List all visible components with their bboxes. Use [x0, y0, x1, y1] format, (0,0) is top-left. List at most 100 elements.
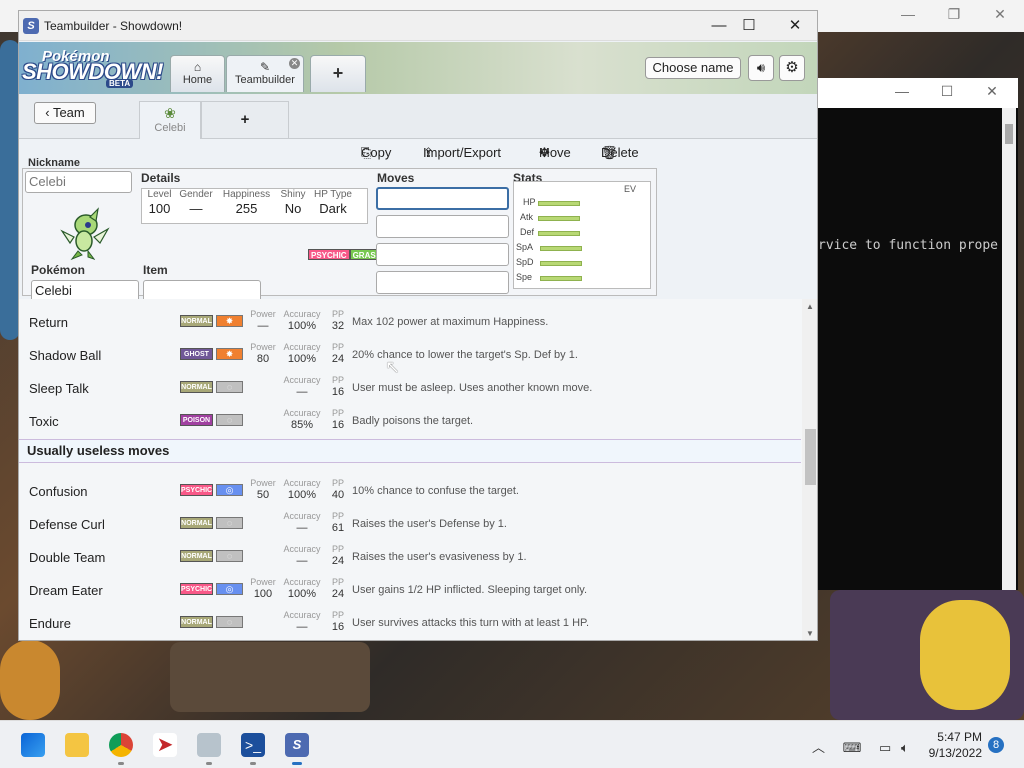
stat-bar	[540, 246, 582, 251]
pokemon-set-box: Nickname Celebi Details Level 100 Gender —…	[22, 157, 657, 302]
close-tab-icon[interactable]: ✕	[289, 58, 300, 69]
maximize-icon[interactable]: ☐	[938, 83, 956, 100]
move-row[interactable]: Return NORMAL ✸ Power — Accuracy 100% PP 32 Max 1…	[19, 306, 801, 339]
showdown-logo[interactable]: Pokémon SHOWDOWN! BETA	[22, 48, 164, 88]
sound-icon[interactable]: 🔊︎	[748, 55, 774, 81]
windows-start-icon[interactable]	[21, 733, 45, 757]
stat-value: —	[296, 555, 308, 567]
type-badge: NORMAL	[180, 315, 213, 327]
chrome-icon[interactable]	[109, 733, 133, 757]
restore-icon[interactable]: ❐	[944, 6, 964, 23]
celebi-mini-icon: ❀	[164, 105, 176, 121]
move-power	[246, 544, 280, 545]
stat-value: 24	[331, 555, 345, 567]
stat-label: HP	[523, 197, 536, 207]
move-name: Defense Curl	[29, 517, 105, 532]
details-box[interactable]: Level 100 Gender — Happiness 255 Shiny No HP…	[141, 188, 368, 224]
active-indicator	[292, 762, 302, 765]
keyboard-icon[interactable]: ⌨	[843, 740, 862, 755]
stat-row: Atk	[520, 212, 580, 222]
move-description: Badly poisons the target.	[352, 415, 474, 427]
close-icon[interactable]: ✕	[783, 15, 807, 37]
new-tab-button[interactable]: +	[310, 55, 366, 92]
pokemon-slot-tab[interactable]: ❀ Celebi	[139, 101, 201, 139]
move-row[interactable]: Sleep Talk NORMAL ◌ Accuracy — PP 16 User must …	[19, 372, 801, 405]
app-icon[interactable]: ➤	[153, 733, 177, 757]
stat-value: 100%	[287, 489, 317, 501]
tab-home[interactable]: ⌂ Home	[170, 55, 225, 92]
move-row[interactable]: Double Team NORMAL ◌ Accuracy — PP 24 Raises th…	[19, 541, 801, 574]
stat-value: 16	[331, 621, 345, 633]
running-indicator	[206, 762, 212, 765]
showdown-window: S Teambuilder - Showdown! — ☐ ✕ Pokémon …	[18, 10, 818, 641]
stat-row: SpA	[516, 242, 582, 252]
stat-value: 80	[256, 353, 270, 365]
move-1-field[interactable]	[376, 187, 509, 210]
move-row[interactable]: Endure NORMAL ◌ Accuracy — PP 16 User survives …	[19, 607, 801, 640]
move-row[interactable]: Dream Eater PSYCHIC ◎ Power 100 Accuracy 100% P…	[19, 574, 801, 607]
maximize-icon[interactable]: ☐	[737, 15, 761, 37]
move-name: Sleep Talk	[29, 381, 89, 396]
stat-caption: PP	[331, 342, 344, 352]
move-2-field[interactable]	[376, 215, 509, 238]
minimize-icon[interactable]: —	[707, 15, 731, 37]
stat-caption: Accuracy	[283, 478, 321, 488]
notification-badge[interactable]: 8	[988, 737, 1004, 753]
console-titlebar: — ☐ ✕	[818, 78, 1018, 108]
move-row[interactable]: Shadow Ball GHOST ✸ Power 80 Accuracy 100% PP 24…	[19, 339, 801, 372]
copy-label: Copy	[361, 145, 392, 160]
beta-badge: BETA	[106, 79, 134, 88]
network-icon[interactable]: ▭	[879, 740, 891, 755]
stat-value: 100%	[287, 353, 317, 365]
volume-icon[interactable]: 🔈︎	[901, 740, 909, 755]
clock-time: 5:47 PM	[937, 730, 982, 744]
move-row[interactable]: Toxic POISON ◌ Accuracy 85% PP 16 Badly poisons…	[19, 405, 801, 438]
move-4-field[interactable]	[376, 271, 509, 294]
scroll-thumb[interactable]	[805, 429, 816, 485]
stat-caption: Accuracy	[283, 577, 321, 587]
terminal-icon[interactable]: >_	[241, 733, 265, 757]
minimize-icon[interactable]: —	[898, 6, 918, 22]
roblox-icon[interactable]	[197, 733, 221, 757]
stat-value: 24	[331, 353, 345, 365]
gear-icon[interactable]: ⚙	[779, 55, 805, 81]
type-badge: GHOST	[180, 348, 213, 360]
move-pp: PP 16	[328, 610, 348, 633]
move-accuracy: Accuracy —	[281, 375, 323, 398]
move-3-field[interactable]	[376, 243, 509, 266]
move-power	[246, 408, 280, 409]
move-accuracy: Accuracy 100%	[281, 577, 323, 600]
close-icon[interactable]: ✕	[983, 83, 1001, 100]
scroll-down-icon[interactable]: ▼	[806, 629, 814, 638]
back-to-team-button[interactable]: ‹ Team	[34, 102, 96, 124]
showdown-app-icon[interactable]: S	[285, 733, 309, 757]
stat-caption: Power	[250, 342, 276, 352]
wallpaper-art	[170, 642, 370, 712]
move-power: Power 50	[246, 478, 280, 501]
celebi-sprite	[60, 207, 110, 261]
scroll-thumb[interactable]	[1005, 124, 1013, 144]
close-icon[interactable]: ✕	[990, 6, 1010, 23]
window-title: Teambuilder - Showdown!	[44, 19, 183, 33]
minimize-icon[interactable]: —	[893, 83, 911, 99]
clock[interactable]: 5:47 PM 9/13/2022	[920, 729, 982, 761]
move-list-scrollbar[interactable]: ▲ ▼	[802, 299, 817, 640]
detail-label: Happiness	[222, 189, 271, 200]
stats-box[interactable]: EV HP Atk Def SpA SpD Spe	[513, 181, 651, 289]
type-badge: PSYCHIC	[180, 583, 213, 595]
nickname-field[interactable]: Celebi	[25, 171, 132, 193]
console-scrollbar[interactable]	[1002, 108, 1016, 590]
add-pokemon-button[interactable]: +	[201, 101, 289, 139]
move-name: Shadow Ball	[29, 348, 102, 363]
choose-name-button[interactable]: Choose name	[645, 57, 741, 79]
detail-value: —	[189, 201, 203, 216]
move-row[interactable]: Confusion PSYCHIC ◎ Power 50 Accuracy 100% PP 40…	[19, 475, 801, 508]
scroll-up-icon[interactable]: ▲	[806, 302, 814, 311]
move-row[interactable]: Defense Curl NORMAL ◌ Accuracy — PP 61 Raises t…	[19, 508, 801, 541]
chevron-up-icon[interactable]: ︿	[812, 740, 825, 755]
move-power: Power 80	[246, 342, 280, 365]
file-explorer-icon[interactable]	[65, 733, 89, 757]
tab-teambuilder[interactable]: ✕ ✎ Teambuilder	[226, 55, 304, 92]
stat-label: SpD	[516, 257, 534, 267]
stat-caption: PP	[331, 309, 344, 319]
